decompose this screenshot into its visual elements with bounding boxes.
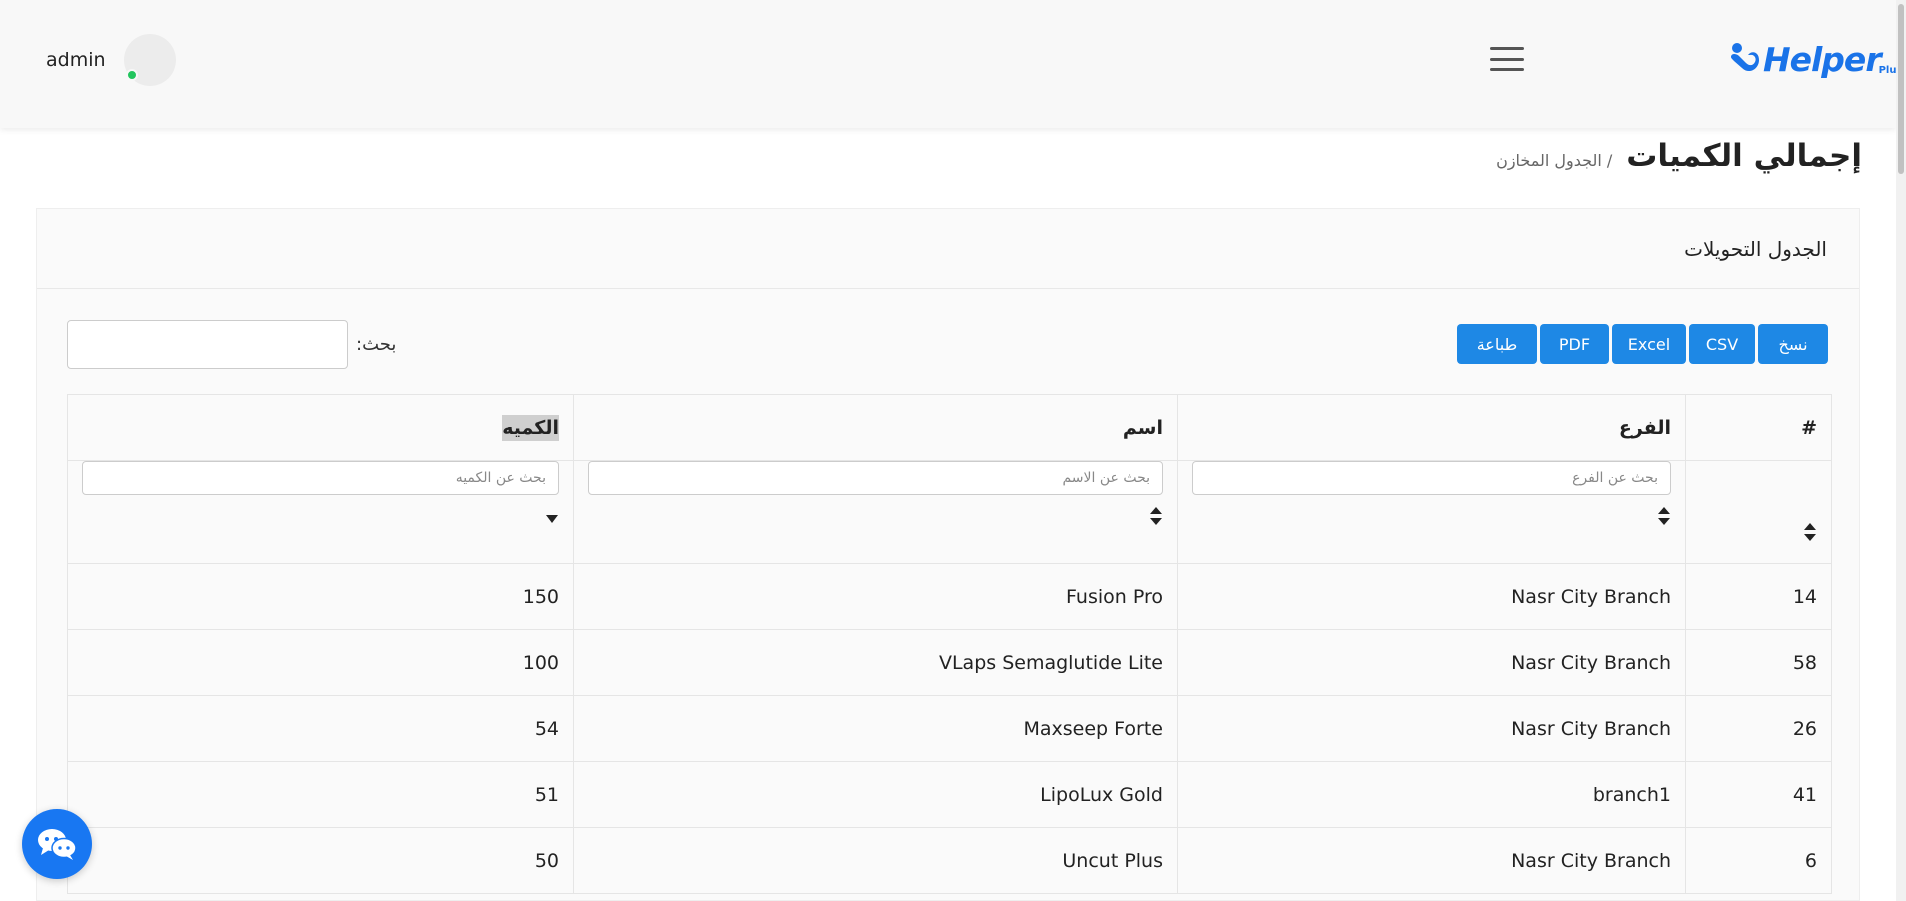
cell-id: 58 [1685, 629, 1832, 696]
sort-desc-icon[interactable] [545, 507, 559, 525]
column-header-name[interactable]: اسم [573, 394, 1178, 461]
cell-branch: branch1 [1177, 761, 1686, 828]
csv-button[interactable]: CSV [1689, 324, 1755, 364]
user-name: admin [46, 49, 106, 71]
cell-name: Fusion Pro [573, 563, 1178, 630]
branch-filter-input[interactable] [1192, 461, 1671, 495]
page-title: إجمالي الكميات [1626, 138, 1862, 174]
cell-name: LipoLux Gold [573, 761, 1178, 828]
sort-both-icon[interactable] [1657, 507, 1671, 525]
table-row[interactable]: 26 Nasr City Branch Maxseep Forte 54 [67, 695, 1832, 762]
search-input[interactable] [67, 320, 348, 369]
logo-mark-icon [1731, 43, 1759, 72]
cell-branch: Nasr City Branch [1177, 695, 1686, 762]
copy-button[interactable]: نسخ [1758, 324, 1828, 364]
page-heading: إجمالي الكميات / الجدول المخازن [1496, 138, 1862, 174]
table-row[interactable]: 41 branch1 LipoLux Gold 51 [67, 761, 1832, 828]
cell-quantity: 54 [67, 695, 574, 762]
export-button-group: نسخ CSV Excel PDF طباعة [1457, 324, 1828, 364]
name-filter-input[interactable] [588, 461, 1163, 495]
breadcrumb[interactable]: / الجدول المخازن [1496, 151, 1612, 170]
cell-quantity: 100 [67, 629, 574, 696]
filter-cell-branch [1177, 460, 1686, 564]
filter-cell-quantity [67, 460, 574, 564]
table-header-row: # الفرع اسم الكميه [67, 394, 1832, 461]
page-scrollbar[interactable] [1896, 0, 1906, 901]
transfers-card: الجدول التحويلات نسخ CSV Excel PDF طباعة… [36, 208, 1860, 901]
cell-branch: Nasr City Branch [1177, 563, 1686, 630]
cell-id: 6 [1685, 827, 1832, 894]
pdf-button[interactable]: PDF [1540, 324, 1609, 364]
chat-button[interactable] [22, 809, 92, 879]
cell-id: 26 [1685, 695, 1832, 762]
table-row[interactable]: 14 Nasr City Branch Fusion Pro 150 [67, 563, 1832, 630]
cell-quantity: 150 [67, 563, 574, 630]
table-row[interactable]: 58 Nasr City Branch VLaps Semaglutide Li… [67, 629, 1832, 696]
brand-logo[interactable]: Helper Plus [1728, 38, 1902, 80]
filter-cell-id [1685, 460, 1832, 564]
column-header-id[interactable]: # [1685, 394, 1832, 461]
column-header-quantity[interactable]: الكميه [67, 394, 574, 461]
card-header: الجدول التحويلات [37, 209, 1859, 289]
sorted-column-label: الكميه [502, 414, 559, 441]
table-row[interactable]: 6 Nasr City Branch Uncut Plus 50 [67, 827, 1832, 894]
logo-text: Helper [1763, 39, 1882, 79]
user-menu[interactable]: admin [46, 34, 176, 86]
scrollbar-thumb[interactable] [1898, 4, 1904, 174]
avatar[interactable] [123, 34, 176, 86]
online-status-icon [125, 69, 138, 81]
cell-quantity: 51 [67, 761, 574, 828]
search-label: بحث: [356, 334, 397, 355]
excel-button[interactable]: Excel [1612, 324, 1686, 364]
card-title: الجدول التحويلات [1684, 237, 1827, 261]
cell-id: 14 [1685, 563, 1832, 630]
chat-bubbles-icon [38, 829, 77, 860]
cell-quantity: 50 [67, 827, 574, 894]
cell-id: 41 [1685, 761, 1832, 828]
menu-toggle-icon[interactable] [1490, 47, 1524, 71]
print-button[interactable]: طباعة [1457, 324, 1537, 364]
table-search: بحث: [67, 320, 396, 369]
cell-name: VLaps Semaglutide Lite [573, 629, 1178, 696]
cell-name: Maxseep Forte [573, 695, 1178, 762]
quantity-filter-input[interactable] [82, 461, 559, 495]
cell-branch: Nasr City Branch [1177, 629, 1686, 696]
filter-row [67, 460, 1832, 564]
filter-cell-name [573, 460, 1178, 564]
column-header-branch[interactable]: الفرع [1177, 394, 1686, 461]
top-navbar: admin Helper Plus [0, 0, 1902, 128]
cell-name: Uncut Plus [573, 827, 1178, 894]
quantities-table: # الفرع اسم الكميه بحث عن الفرع بحث عن ا… [67, 394, 1832, 894]
sort-both-icon[interactable] [1803, 523, 1817, 541]
cell-branch: Nasr City Branch [1177, 827, 1686, 894]
sort-both-icon[interactable] [1149, 507, 1163, 525]
